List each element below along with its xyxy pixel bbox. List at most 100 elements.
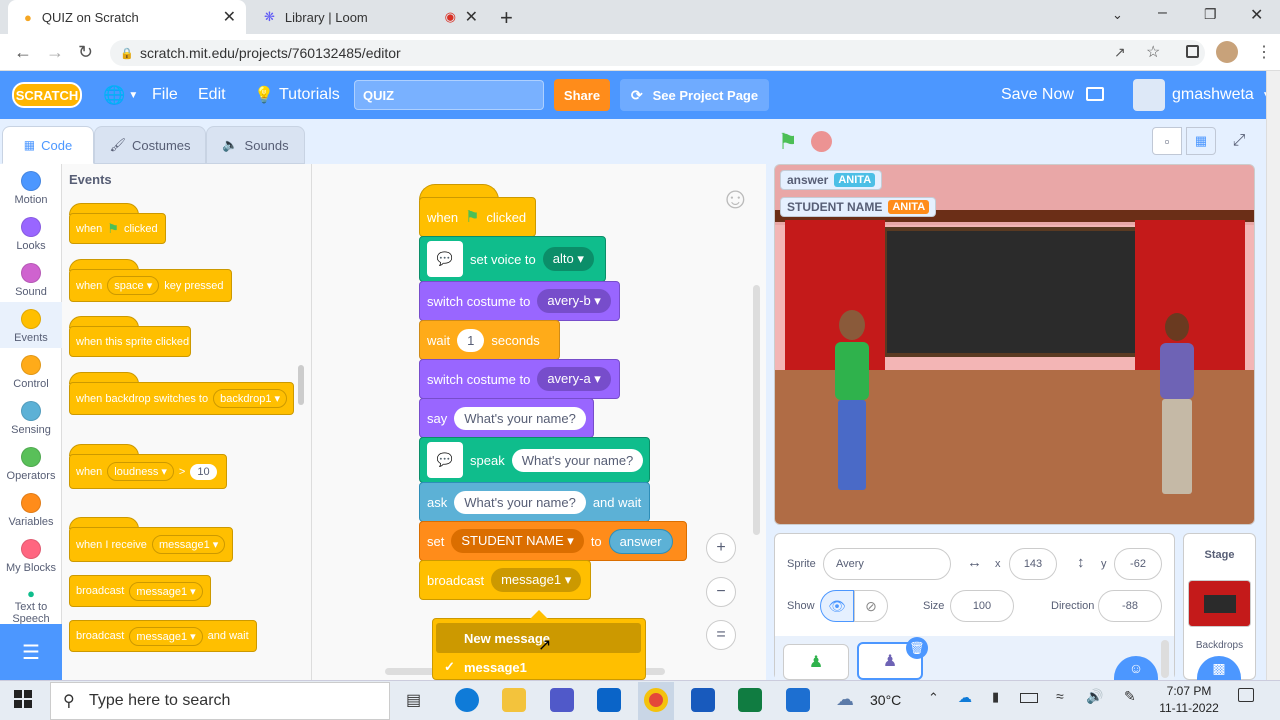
backdrop-thumbnail[interactable] [1188, 580, 1251, 627]
close-tab-icon[interactable]: ✕ [465, 7, 478, 27]
save-now-button[interactable]: Save Now [1001, 71, 1074, 119]
tab-costumes[interactable]: 🖌 Costumes [94, 126, 206, 164]
chrome-menu-icon[interactable]: ⋮ [1256, 42, 1272, 62]
ask-text-input[interactable]: What's your name? [454, 490, 586, 514]
outlook-icon[interactable] [597, 688, 621, 712]
notifications-icon[interactable] [1238, 688, 1254, 702]
tutorials-lightbulb-icon[interactable]: 💡 [254, 71, 274, 119]
browser-tab-scratch[interactable]: ● QUIZ on Scratch ✕ [8, 0, 246, 34]
extensions-icon[interactable] [1186, 45, 1199, 58]
stage-canvas[interactable] [774, 164, 1255, 525]
account-menu[interactable]: gmashweta ▼ [1172, 71, 1272, 119]
category-motion[interactable]: Motion [0, 171, 62, 206]
script-when-flag-clicked[interactable]: when ⚑ clicked [419, 197, 536, 237]
temperature[interactable]: 30°C [870, 692, 901, 708]
share-button[interactable]: Share [554, 79, 610, 111]
usb-icon[interactable]: ▮ [992, 689, 999, 705]
category-looks[interactable]: Looks [0, 217, 62, 252]
small-stage-icon[interactable]: ▫ [1152, 127, 1182, 155]
file-explorer-icon[interactable] [502, 688, 526, 712]
back-icon[interactable]: ← [14, 42, 32, 63]
loudness-value-input[interactable]: 10 [190, 463, 217, 480]
costume-dropdown[interactable]: avery-a ▾ [537, 367, 611, 391]
sprite-anita[interactable] [1150, 313, 1204, 503]
palette-scrollbar[interactable] [298, 365, 304, 405]
windows-start-icon[interactable] [14, 690, 32, 708]
script-ask-and-wait[interactable]: ask What's your name? and wait [419, 482, 650, 522]
new-tab-icon[interactable]: + [500, 5, 513, 31]
category-text-to-speech[interactable]: ● Text to Speech [0, 586, 62, 624]
battery-icon[interactable] [1020, 693, 1038, 703]
page-scrollbar[interactable] [1266, 71, 1280, 680]
chrome-icon[interactable] [644, 688, 668, 712]
excel-icon[interactable] [738, 688, 762, 712]
script-wait[interactable]: wait 1 seconds [419, 320, 560, 360]
onedrive-icon[interactable]: ☁ [958, 689, 972, 706]
hide-eye-icon[interactable]: ⊘ [854, 590, 888, 622]
tab-code[interactable]: ▦ Code [2, 126, 94, 164]
sprite-avery[interactable] [829, 310, 875, 505]
close-tab-icon[interactable]: ✕ [223, 7, 236, 27]
message-dropdown[interactable]: message1 ▾ [151, 535, 226, 554]
workspace-scrollbar[interactable] [753, 285, 760, 535]
size-input[interactable]: 100 [950, 590, 1014, 622]
forward-icon[interactable]: → [46, 42, 64, 63]
category-events[interactable]: Events [0, 302, 62, 348]
message-dropdown[interactable]: message1 ▾ [491, 568, 582, 592]
pen-icon[interactable]: ✎ [1124, 688, 1136, 705]
show-eye-icon[interactable]: 👁 [820, 590, 854, 622]
clock-time[interactable]: 7:07 PM [1152, 684, 1226, 698]
palette-when-loudness[interactable]: when loudness ▾ > 10 [69, 454, 227, 489]
palette-when-backdrop-switches[interactable]: when backdrop switches to backdrop1 ▾ [69, 382, 294, 415]
palette-broadcast[interactable]: broadcast message1 ▾ [69, 575, 211, 607]
voice-dropdown[interactable]: alto ▾ [542, 247, 594, 271]
direction-input[interactable]: -88 [1098, 590, 1162, 622]
sprite-thumb-avery[interactable]: ♟ [783, 644, 849, 680]
green-flag-icon[interactable]: ⚑ [778, 129, 798, 155]
palette-broadcast-and-wait[interactable]: broadcast message1 ▾ and wait [69, 620, 257, 652]
category-sound[interactable]: Sound [0, 263, 62, 298]
teams-icon[interactable] [550, 688, 574, 712]
word-icon[interactable] [691, 688, 715, 712]
speak-text-input[interactable]: What's your name? [511, 448, 644, 472]
category-operators[interactable]: Operators [0, 447, 62, 482]
task-view-icon[interactable]: ▤ [406, 690, 421, 710]
language-globe-icon[interactable]: 🌐 ▼ [103, 71, 138, 119]
category-my-blocks[interactable]: My Blocks [0, 539, 62, 574]
answer-reporter[interactable]: answer [608, 528, 673, 554]
scratch-logo[interactable]: SCRATCH [12, 82, 82, 108]
sprite-name-input[interactable]: Avery [823, 548, 951, 580]
script-switch-costume[interactable]: switch costume to avery-a ▾ [419, 359, 620, 399]
wifi-icon[interactable]: ≈ [1056, 688, 1064, 704]
palette-when-key-pressed[interactable]: when space ▾ key pressed [69, 269, 232, 302]
url-field[interactable]: 🔒 scratch.mit.edu/projects/760132485/edi… [110, 40, 1205, 66]
my-stuff-folder-icon[interactable] [1086, 87, 1104, 101]
category-sensing[interactable]: Sensing [0, 401, 62, 436]
see-project-page-button[interactable]: ⟳ See Project Page [620, 79, 769, 111]
zoom-out-icon[interactable]: − [706, 577, 736, 607]
script-set-variable[interactable]: set STUDENT NAME ▾ to answer [419, 521, 687, 561]
script-say[interactable]: say What's your name? [419, 398, 594, 438]
palette-when-i-receive[interactable]: when I receive message1 ▾ [69, 527, 233, 562]
script-speak[interactable]: 💬 speak What's your name? [419, 437, 650, 483]
variable-dropdown[interactable]: STUDENT NAME ▾ [451, 529, 584, 553]
edge-icon[interactable] [455, 688, 479, 712]
share-page-icon[interactable]: ↗ [1114, 44, 1126, 61]
delete-sprite-icon[interactable]: 🗑 [906, 637, 928, 659]
message-dropdown[interactable]: message1 ▾ [129, 581, 203, 601]
zoom-reset-icon[interactable]: = [706, 620, 736, 650]
palette-when-sprite-clicked[interactable]: when this sprite clicked [69, 326, 191, 357]
script-switch-costume[interactable]: switch costume to avery-b ▾ [419, 281, 620, 321]
reload-icon[interactable]: ↻ [78, 42, 93, 63]
key-dropdown[interactable]: space ▾ [107, 276, 160, 295]
palette-when-flag-clicked[interactable]: when ⚑ clicked [69, 213, 166, 244]
add-extension-button[interactable]: ☰ [0, 624, 62, 680]
large-stage-icon[interactable]: ▦ [1186, 127, 1216, 155]
menu-tutorials[interactable]: Tutorials [279, 71, 340, 119]
costume-dropdown[interactable]: avery-b ▾ [537, 289, 611, 313]
stop-icon[interactable] [811, 131, 832, 152]
x-position-input[interactable]: 143 [1009, 548, 1057, 580]
message1-option[interactable]: ✓ message1 [438, 657, 643, 677]
sprite-list-scrollbar[interactable] [1161, 640, 1169, 678]
say-text-input[interactable]: What's your name? [454, 406, 586, 430]
